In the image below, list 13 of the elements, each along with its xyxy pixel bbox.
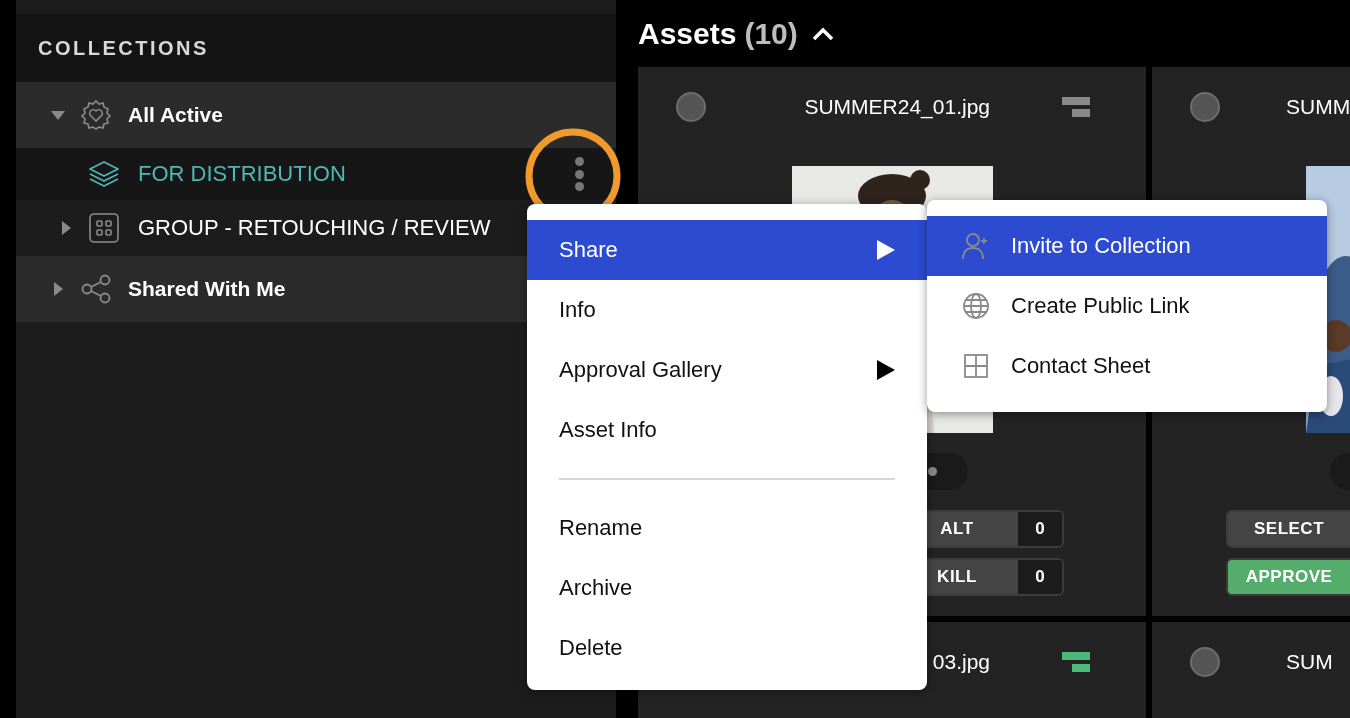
asset-count: (10): [744, 16, 798, 51]
collection-label: Shared With Me: [128, 277, 286, 301]
sidebar-heading: COLLECTIONS: [16, 14, 616, 82]
collection-label: GROUP - RETOUCHING / REVIEW: [138, 215, 491, 241]
asset-filename: SUM: [1286, 650, 1333, 674]
collection-label: All Active: [128, 103, 223, 127]
asset-filename: 03.jpg: [932, 650, 990, 674]
asset-filename: SUMMER24_01.jpg: [804, 95, 990, 119]
collection-label: FOR DISTRIBUTION: [138, 161, 346, 187]
asset-filename: SUMM: [1286, 95, 1350, 119]
count-value: 0: [1018, 512, 1062, 546]
count-value: 0: [1018, 560, 1062, 594]
section-title: Assets: [638, 16, 737, 51]
